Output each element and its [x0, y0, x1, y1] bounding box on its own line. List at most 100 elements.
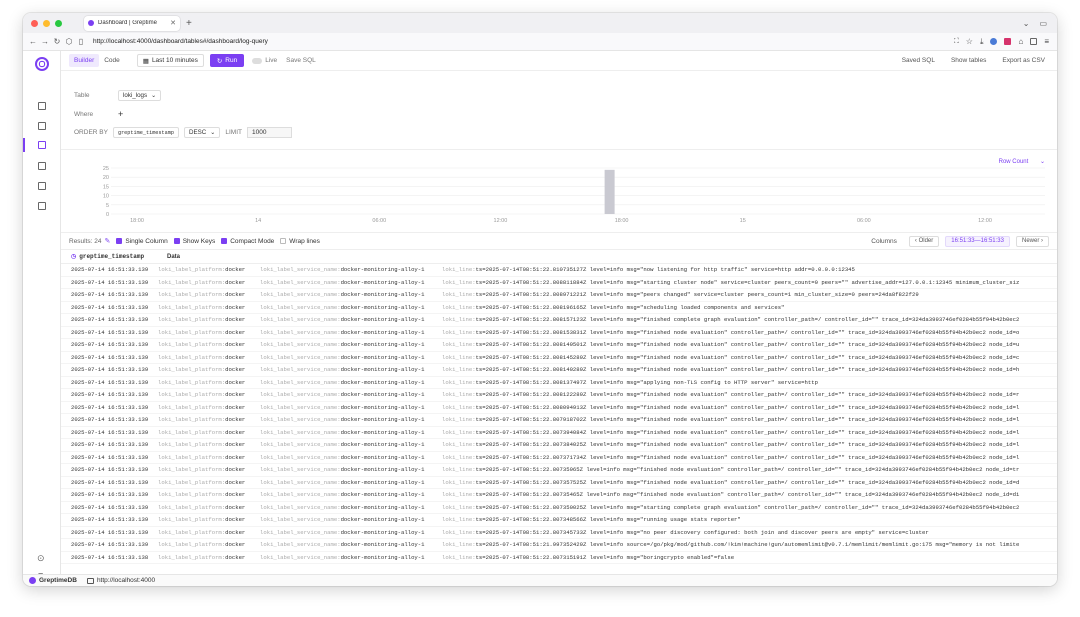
table-row[interactable]: 2025-07-14 16:51:33.139 loki_label_platfo… — [61, 489, 1057, 502]
table-row[interactable]: 2025-07-14 16:51:33.139 loki_label_platfo… — [61, 364, 1057, 377]
platform-value: docker — [225, 516, 246, 524]
table-row[interactable]: 2025-07-14 16:51:33.139 loki_label_platfo… — [61, 327, 1057, 339]
live-toggle[interactable]: Live — [252, 57, 277, 64]
row-line: loki_line:ts=2025-07-14T08:51:22.8081571… — [442, 316, 1057, 323]
page-info-icon[interactable]: ▯ — [75, 37, 87, 46]
menu-icon[interactable]: ≡ — [1044, 37, 1049, 46]
puzzle-icon[interactable]: ⌂ — [1018, 37, 1023, 46]
show-keys-checkbox[interactable]: Show Keys — [173, 238, 215, 245]
extension-icon[interactable] — [990, 38, 998, 45]
newer-button[interactable]: Newer › — [1015, 235, 1049, 247]
wrap-lines-checkbox[interactable]: Wrap lines — [280, 238, 320, 245]
window-list-icon[interactable]: ▭ — [1039, 19, 1047, 28]
table-row[interactable]: 2025-07-14 16:51:33.139 loki_label_platfo… — [61, 439, 1057, 452]
close-window-button[interactable] — [31, 19, 38, 27]
new-tab-icon[interactable]: + — [186, 18, 192, 29]
table-row[interactable]: 2025-07-14 16:51:33.139 loki_label_platfo… — [61, 302, 1057, 314]
column-header-timestamp[interactable]: ◷ greptime_timestamp — [61, 253, 167, 260]
line-key: loki_line: — [442, 516, 476, 524]
table-row[interactable]: 2025-07-14 16:51:33.139 loki_label_platfo… — [61, 277, 1057, 289]
time-range-button[interactable]: ▦ Last 10 minutes — [136, 54, 204, 67]
browser-window: Dashboard | Greptime ✕ + ⌄ ▭ ← → ↻ ⬡ ▯ h… — [23, 13, 1057, 586]
table-row[interactable]: 2025-07-14 16:51:33.139 loki_label_platfo… — [61, 477, 1057, 489]
table-row[interactable]: 2025-07-14 16:51:33.139 loki_label_platfo… — [61, 377, 1057, 389]
platform-value: docker — [225, 541, 246, 549]
query-icon[interactable] — [38, 102, 46, 110]
platform-key: loki_label_platform: — [158, 541, 226, 549]
close-tab-icon[interactable]: ✕ — [170, 19, 176, 27]
table-row[interactable]: 2025-07-14 16:51:33.139 loki_label_platfo… — [61, 514, 1057, 527]
tab-list-chevron-icon[interactable]: ⌄ — [1023, 19, 1030, 28]
table-row[interactable]: 2025-07-14 16:51:33.139 loki_label_platfo… — [61, 539, 1057, 552]
single-column-checkbox[interactable]: Single Column — [116, 238, 168, 245]
row-timestamp: 2025-07-14 16:51:33.139 — [71, 353, 149, 361]
table-row[interactable]: 2025-07-14 16:51:33.139 loki_label_platfo… — [61, 452, 1057, 464]
table-row[interactable]: 2025-07-14 16:51:33.139 loki_label_platfo… — [61, 414, 1057, 427]
table-row[interactable]: 2025-07-14 16:51:33.139 loki_label_platfo… — [61, 339, 1057, 352]
order-field-select[interactable]: greptime_timestamp — [112, 127, 179, 138]
checkbox-checked-icon — [173, 238, 180, 244]
edit-icon[interactable]: ✎ — [105, 237, 111, 245]
table-select[interactable]: loki_logs ⌄ — [118, 90, 162, 101]
table-row[interactable]: 2025-07-14 16:51:33.139 loki_label_platfo… — [61, 289, 1057, 302]
service-value: docker-monitoring-alloy-1 — [340, 491, 425, 499]
row-service: loki_label_service_name:docker-monitorin… — [260, 416, 442, 423]
greptime-logo-icon[interactable] — [35, 57, 49, 71]
table-row[interactable]: 2025-07-14 16:51:33.139 loki_label_platfo… — [61, 314, 1057, 327]
sidebar-toggle-icon[interactable] — [1030, 38, 1038, 45]
help-icon[interactable]: ⊙ — [37, 553, 45, 564]
table-row[interactable]: 2025-07-14 16:51:33.139 loki_label_platfo… — [61, 427, 1057, 439]
table-row[interactable]: 2025-07-14 16:51:33.139 loki_label_platfo… — [61, 264, 1057, 277]
row-line: loki_line:ts=2025-07-14T08:51:22.8081222… — [442, 391, 1057, 398]
reload-icon[interactable]: ↻ — [51, 37, 63, 46]
shield-icon[interactable]: ⬡ — [63, 37, 75, 46]
export-csv-button[interactable]: Export as CSV — [1002, 57, 1045, 64]
compact-mode-checkbox[interactable]: Compact Mode — [221, 238, 274, 245]
maximize-window-button[interactable] — [55, 19, 62, 27]
columns-button[interactable]: Columns — [871, 238, 897, 245]
limit-input[interactable]: 1000 — [247, 127, 293, 138]
builder-tab[interactable]: Builder — [69, 54, 100, 67]
host-indicator[interactable]: http://localhost:4000 — [86, 577, 155, 584]
log-query-icon[interactable] — [38, 141, 46, 149]
tables-icon[interactable] — [38, 122, 46, 130]
platform-value: docker — [225, 441, 246, 449]
service-value: docker-monitoring-alloy-1 — [340, 341, 425, 349]
forward-arrow-icon[interactable]: → — [39, 37, 51, 46]
table-row[interactable]: 2025-07-14 16:51:33.139 loki_label_platfo… — [61, 389, 1057, 402]
bookmark-star-icon[interactable]: ☆ — [966, 37, 973, 46]
older-button[interactable]: ‹ Older — [908, 235, 940, 247]
translate-icon[interactable]: ⛶ — [954, 38, 959, 46]
traces-icon[interactable] — [38, 202, 46, 210]
table-row[interactable]: 2025-07-14 16:51:33.139 loki_label_platfo… — [61, 502, 1057, 514]
code-tab[interactable]: Code — [99, 54, 125, 67]
row-line: loki_line:ts=2025-07-14T08:51:22.8073940… — [442, 429, 1057, 436]
time-range-pill[interactable]: 16:51:33—16:51:33 — [945, 235, 1010, 247]
add-condition-icon[interactable]: + — [118, 109, 123, 119]
back-arrow-icon[interactable]: ← — [27, 37, 39, 46]
table-row[interactable]: 2025-07-14 16:51:33.139 loki_label_platfo… — [61, 527, 1057, 539]
show-tables-button[interactable]: Show tables — [951, 57, 986, 64]
extension-red-icon[interactable] — [1004, 38, 1012, 45]
address-bar: ← → ↻ ⬡ ▯ http://localhost:4000/dashboar… — [23, 33, 1057, 51]
save-sql-button[interactable]: Save SQL — [286, 57, 316, 64]
saved-sql-button[interactable]: Saved SQL — [902, 57, 935, 64]
table-row[interactable]: 2025-07-14 16:51:33.139 loki_label_platfo… — [61, 402, 1057, 414]
minimize-window-button[interactable] — [43, 19, 50, 27]
live-switch[interactable] — [252, 57, 263, 64]
pipeline-icon[interactable] — [38, 182, 46, 190]
url-input[interactable]: http://localhost:4000/dashboard/tables#/… — [93, 38, 268, 45]
line-value: ts=2025-07-14T08:51:22.810735127Z level=… — [475, 266, 855, 274]
chart-svg: 25 20 15 10 5 0 18:00 14 06:00 12:00 18:00 15 06:00 1… — [103, 166, 1045, 224]
row-service: loki_label_service_name:docker-monitorin… — [260, 304, 442, 311]
run-button[interactable]: ↻ Run — [209, 54, 245, 67]
table-row[interactable]: 2025-07-14 16:51:33.138 loki_label_platfo… — [61, 552, 1057, 564]
line-value: ts=2025-07-14T08:51:22.808140289Z level=… — [475, 366, 1020, 374]
download-icon[interactable]: ⤓ — [980, 37, 984, 47]
order-direction-select[interactable]: DESC ⌄ — [184, 127, 221, 138]
browser-tab[interactable]: Dashboard | Greptime ✕ — [84, 15, 180, 31]
ingest-icon[interactable] — [38, 162, 46, 170]
table-row[interactable]: 2025-07-14 16:51:33.139 loki_label_platfo… — [61, 464, 1057, 477]
table-row[interactable]: 2025-07-14 16:51:33.139 loki_label_platfo… — [61, 352, 1057, 364]
platform-key: loki_label_platform: — [158, 278, 226, 286]
